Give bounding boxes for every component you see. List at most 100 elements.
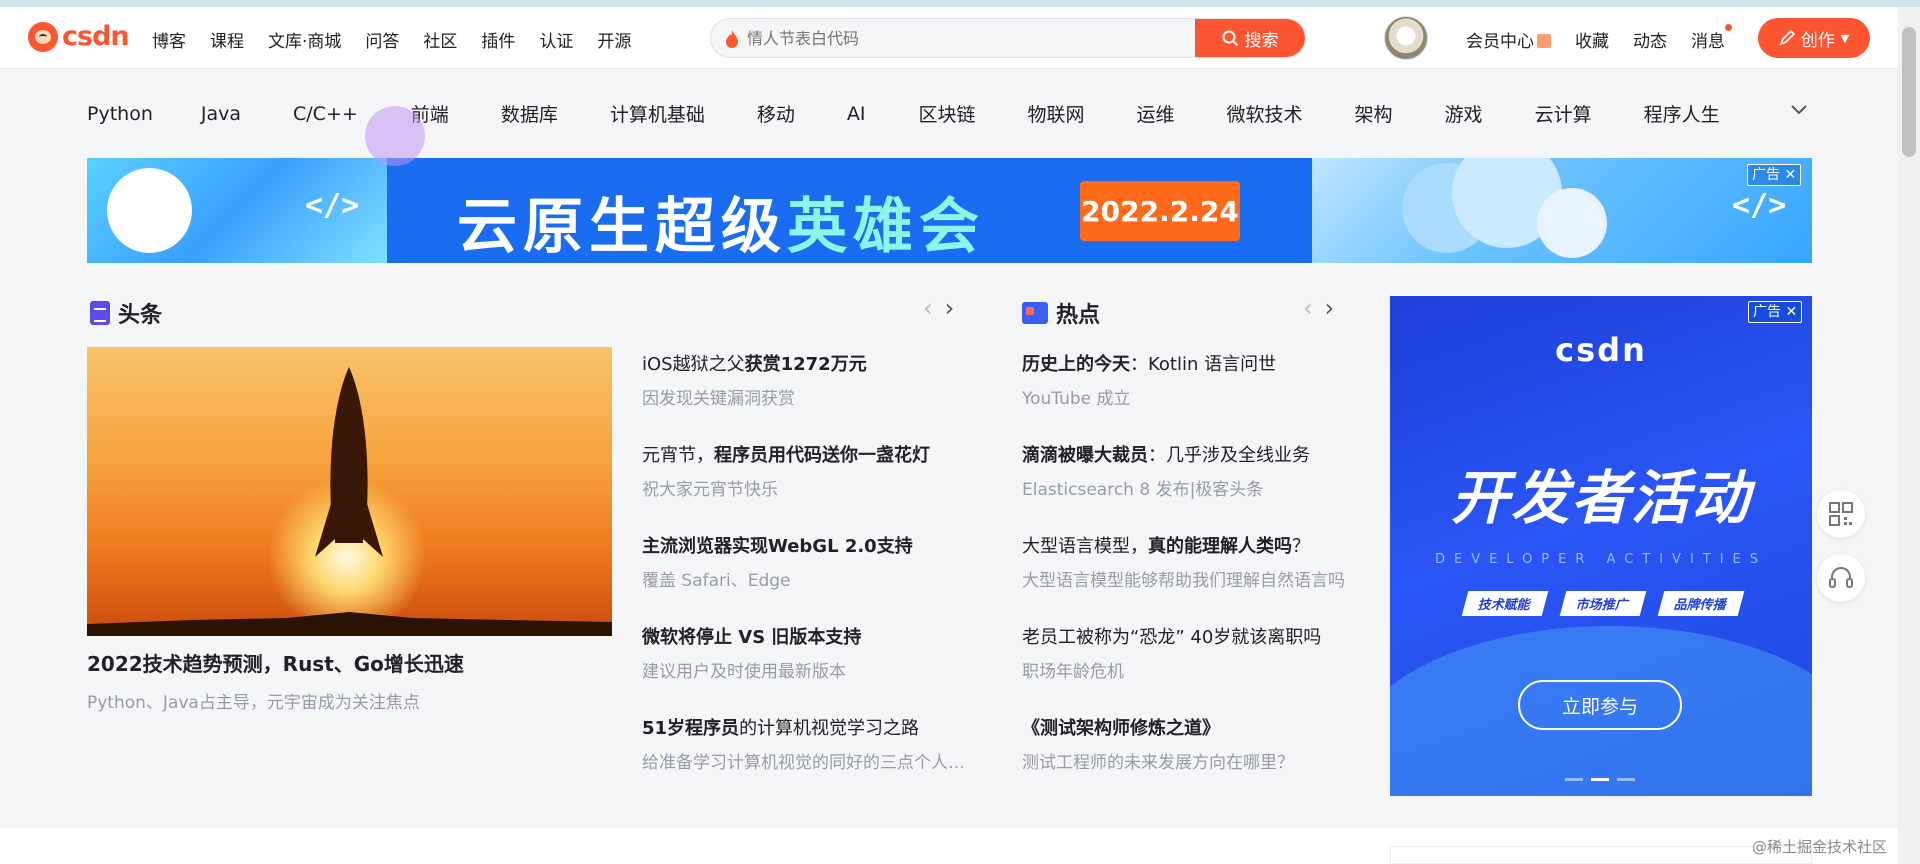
- mouse-cursor-highlight: [365, 106, 425, 166]
- hot-item-title[interactable]: 老员工被称为“恐龙” 40岁就该离职吗: [1022, 623, 1352, 649]
- category-mobile[interactable]: 移动: [757, 100, 795, 127]
- main-nav: 博客 课程 文库·商城 问答 社区 插件 认证 开源: [152, 27, 655, 52]
- hot-item-title[interactable]: 历史上的今天：Kotlin 语言问世: [1022, 350, 1352, 376]
- headline-item-title[interactable]: 微软将停止 VS 旧版本支持: [642, 623, 972, 649]
- hero-title[interactable]: 2022技术趋势预测，Rust、Go增长迅速: [87, 648, 464, 677]
- headline-item[interactable]: 51岁程序员的计算机视觉学习之路 给准备学习计算机视觉的同好的三点个人建议: [642, 714, 972, 773]
- carousel-dot[interactable]: [1565, 778, 1583, 781]
- ad-close-tag[interactable]: 广告 ✕: [1747, 164, 1802, 186]
- next-arrow-icon[interactable]: ›: [1325, 294, 1335, 322]
- headline-item-subtitle: 给准备学习计算机视觉的同好的三点个人建议: [642, 753, 972, 773]
- chevron-down-icon: ▼: [1840, 31, 1850, 45]
- create-button[interactable]: 创作 ▼: [1758, 18, 1870, 58]
- headline-item-title[interactable]: iOS越狱之父获赏1272万元: [642, 350, 972, 376]
- watermark: @稀土掘金技术社区: [1752, 838, 1888, 856]
- category-java[interactable]: Java: [201, 103, 241, 125]
- flame-icon: [726, 30, 738, 48]
- side-ad-tagline: DEVELOPER ACTIVITIES: [1434, 552, 1768, 567]
- search-button-label: 搜索: [1244, 30, 1279, 51]
- headline-item-title[interactable]: 主流浏览器实现WebGL 2.0支持: [642, 532, 972, 558]
- category-cs-basics[interactable]: 计算机基础: [610, 100, 705, 127]
- banner-code-symbol-left: </>: [305, 188, 360, 223]
- headline-item[interactable]: 微软将停止 VS 旧版本支持 建议用户及时使用最新版本: [642, 623, 972, 682]
- headline-item[interactable]: 元宵节，程序员用代码送你一盏花灯 祝大家元宵节快乐: [642, 441, 972, 500]
- nav-favorites[interactable]: 收藏: [1575, 27, 1609, 52]
- expand-chevron-icon[interactable]: [1790, 104, 1808, 116]
- customer-service-button[interactable]: [1817, 554, 1865, 602]
- qr-code-icon: [1829, 502, 1853, 526]
- banner-ball: [1537, 188, 1607, 258]
- category-ops[interactable]: 运维: [1137, 100, 1175, 127]
- category-blockchain[interactable]: 区块链: [918, 100, 975, 127]
- title-bold: 历史上的今天: [1022, 354, 1130, 375]
- nav-courses[interactable]: 课程: [210, 27, 244, 52]
- page-scrollbar[interactable]: [1898, 7, 1920, 864]
- hot-item[interactable]: 历史上的今天：Kotlin 语言问世 YouTube 成立: [1022, 350, 1352, 409]
- qr-code-button[interactable]: [1817, 490, 1865, 538]
- headline-item[interactable]: 主流浏览器实现WebGL 2.0支持 覆盖 Safari、Edge: [642, 532, 972, 591]
- nav-library-mall[interactable]: 文库·商城: [268, 27, 341, 52]
- hot-item-title[interactable]: 滴滴被曝大裁员：几乎涉及全线业务: [1022, 441, 1352, 467]
- nav-messages[interactable]: 消息: [1691, 24, 1732, 52]
- user-avatar[interactable]: [1384, 16, 1428, 60]
- hot-item[interactable]: 《测试架构师修炼之道》 测试工程师的未来发展方向在哪里？: [1022, 714, 1352, 773]
- headline-hero-image[interactable]: [87, 347, 612, 636]
- hot-item[interactable]: 老员工被称为“恐龙” 40岁就该离职吗 职场年龄危机: [1022, 623, 1352, 682]
- nav-certification[interactable]: 认证: [539, 27, 573, 52]
- headlines-pager: ‹ ›: [923, 294, 954, 322]
- nav-community[interactable]: 社区: [423, 27, 457, 52]
- title-plain: iOS越狱之父: [642, 354, 745, 375]
- scrollbar-thumb[interactable]: [1902, 27, 1916, 157]
- carousel-dots: [1565, 778, 1635, 781]
- banner-title-part1: 云原生超级: [457, 192, 787, 262]
- category-ai[interactable]: AI: [847, 103, 866, 125]
- join-now-button[interactable]: 立即参与: [1518, 680, 1682, 730]
- carousel-dot[interactable]: [1617, 778, 1635, 781]
- nav-blog[interactable]: 博客: [152, 27, 186, 52]
- hot-item[interactable]: 大型语言模型，真的能理解人类吗？ 大型语言模型能够帮助我们理解自然语言吗: [1022, 532, 1352, 591]
- pill-marketing: 市场推广: [1559, 591, 1647, 616]
- title-tail: 的计算机视觉学习之路: [739, 718, 920, 739]
- side-ad-developer-activities[interactable]: CSDN 开发者活动 DEVELOPER ACTIVITIES 技术赋能 市场推…: [1390, 296, 1812, 796]
- search-input[interactable]: [747, 19, 1147, 57]
- nav-qa[interactable]: 问答: [365, 27, 399, 52]
- title-bold: 《测试架构师修炼之道》: [1022, 718, 1220, 739]
- top-banner-ad[interactable]: </> 云原生超级英雄会 2022.2.24 </> 广告 ✕: [87, 158, 1812, 263]
- nav-plugins[interactable]: 插件: [481, 27, 515, 52]
- category-microsoft[interactable]: 微软技术: [1227, 100, 1303, 127]
- category-cpp[interactable]: C/C++: [293, 103, 358, 125]
- category-iot[interactable]: 物联网: [1027, 100, 1084, 127]
- title-bold: 主流浏览器实现WebGL 2.0支持: [642, 536, 913, 557]
- category-architecture[interactable]: 架构: [1355, 100, 1393, 127]
- title-bold: 微软将停止 VS 旧版本支持: [642, 627, 862, 648]
- prev-arrow-icon[interactable]: ‹: [923, 294, 933, 322]
- nav-vip-center[interactable]: 会员中心: [1466, 27, 1551, 52]
- title-bold: 获赏1272万元: [744, 354, 867, 375]
- side-ad-close-tag[interactable]: 广告 ✕: [1748, 301, 1803, 323]
- headline-item-subtitle: 因发现关键漏洞获赏: [642, 389, 795, 409]
- browser-top-strip: [0, 0, 1920, 7]
- csdn-logo[interactable]: CSDN: [28, 21, 130, 52]
- create-label: 创作: [1800, 30, 1835, 51]
- category-games[interactable]: 游戏: [1445, 100, 1483, 127]
- carousel-dot-active[interactable]: [1591, 778, 1609, 781]
- prev-arrow-icon[interactable]: ‹: [1303, 294, 1313, 322]
- headline-item-title[interactable]: 51岁程序员的计算机视觉学习之路: [642, 714, 972, 740]
- hot-item-title[interactable]: 大型语言模型，真的能理解人类吗？: [1022, 532, 1352, 558]
- category-python[interactable]: Python: [87, 103, 153, 125]
- nav-open-source[interactable]: 开源: [597, 27, 631, 52]
- hot-item-title[interactable]: 《测试架构师修炼之道》: [1022, 714, 1352, 740]
- hot-item-subtitle: 大型语言模型能够帮助我们理解自然语言吗: [1022, 571, 1345, 591]
- side-ad-label: 广告: [1753, 304, 1781, 320]
- title-bold: 51岁程序员: [642, 718, 740, 739]
- category-cloud[interactable]: 云计算: [1535, 100, 1592, 127]
- category-database[interactable]: 数据库: [501, 100, 558, 127]
- headline-item-title[interactable]: 元宵节，程序员用代码送你一盏花灯: [642, 441, 972, 467]
- next-arrow-icon[interactable]: ›: [945, 294, 955, 322]
- hot-news-icon: [1022, 302, 1048, 324]
- search-button[interactable]: 搜索: [1195, 19, 1305, 57]
- headline-item[interactable]: iOS越狱之父获赏1272万元 因发现关键漏洞获赏: [642, 350, 972, 409]
- hot-item[interactable]: 滴滴被曝大裁员：几乎涉及全线业务 Elasticsearch 8 发布|极客头条: [1022, 441, 1352, 500]
- category-dev-life[interactable]: 程序人生: [1644, 100, 1720, 127]
- nav-activity[interactable]: 动态: [1633, 27, 1667, 52]
